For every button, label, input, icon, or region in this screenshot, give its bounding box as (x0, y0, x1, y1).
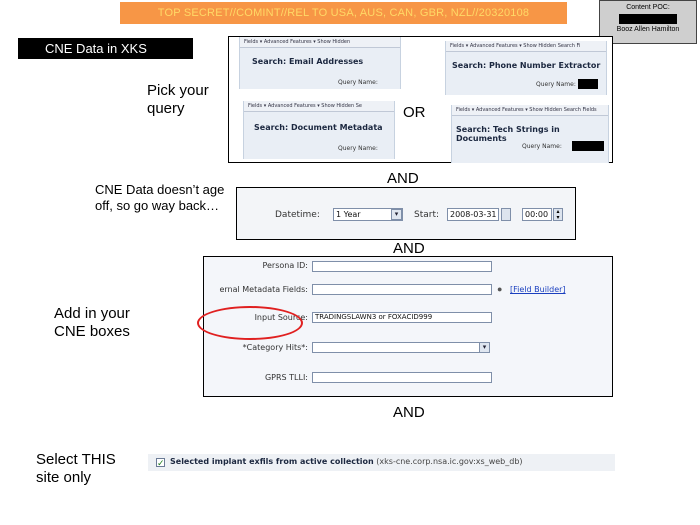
query-name-label: Query Name: (536, 81, 576, 88)
checkmark-icon[interactable]: ✓ (156, 458, 165, 468)
search-title: Search: Phone Number Extractor (452, 61, 601, 70)
start-date-input[interactable]: 2008-03-31 (447, 208, 499, 221)
redaction-bar (619, 14, 677, 24)
pick-query-text: Pick your query (147, 82, 209, 117)
query-name-label: Query Name: (338, 145, 378, 152)
site-checkbox-row[interactable]: ✓ Selected implant exfils from active co… (148, 454, 615, 471)
time-spinner-icon[interactable]: ▴ ▾ (553, 208, 563, 221)
poc-org: Booz Allen Hamilton (616, 26, 680, 33)
chevron-down-icon[interactable]: ▾ (479, 342, 490, 353)
gprs-label: GPRS TLLI: (264, 373, 308, 382)
panel-menubar[interactable]: Fields ▾ Advanced Features ▾ Show Hidden… (244, 101, 394, 112)
persona-input[interactable] (312, 261, 492, 272)
category-hits-select[interactable] (312, 342, 490, 353)
or-label: OR (403, 104, 426, 121)
query-name-label: Query Name: (338, 79, 378, 86)
query-screenshots: Fields ▾ Advanced Features ▾ Show Hidden… (228, 36, 613, 163)
panel-menubar[interactable]: Fields ▾ Advanced Features ▾ Show Hidden… (446, 41, 606, 52)
start-label: Start: (414, 210, 440, 220)
input-source-input[interactable]: TRADINGSLAWN3 or FOXACID999 (312, 312, 492, 323)
tech-query-panel[interactable]: Fields ▾ Advanced Features ▾ Show Hidden… (451, 105, 609, 163)
panel-menubar[interactable]: Fields ▾ Advanced Features ▾ Show Hidden (240, 37, 400, 48)
category-hits-label: *Category Hits*: (242, 343, 308, 352)
site-checkbox-label: Selected implant exfils from active coll… (170, 457, 374, 466)
people-icon: ● (497, 284, 503, 294)
datetime-label: Datetime: (275, 210, 320, 220)
phone-query-panel[interactable]: Fields ▾ Advanced Features ▾ Show Hidden… (445, 41, 607, 95)
gprs-input[interactable] (312, 372, 492, 383)
metadata-label: ernal Metadata Fields: (219, 285, 308, 294)
document-query-panel[interactable]: Fields ▾ Advanced Features ▾ Show Hidden… (243, 101, 395, 159)
panel-menubar[interactable]: Fields ▾ Advanced Features ▾ Show Hidden… (452, 105, 608, 116)
no-age-off-text: CNE Data doesn’t age off, so go way back… (95, 182, 225, 213)
highlight-circle (197, 306, 303, 340)
redaction-bar (572, 141, 604, 151)
start-time-input[interactable]: 00:00 (522, 208, 552, 221)
chevron-down-icon[interactable]: ▾ (391, 209, 402, 220)
query-name-label: Query Name: (522, 143, 562, 150)
datetime-range-value: 1 Year (336, 210, 361, 219)
poc-label: Content POC: (626, 4, 670, 11)
calendar-icon[interactable] (501, 208, 511, 221)
email-query-panel[interactable]: Fields ▾ Advanced Features ▾ Show Hidden… (239, 37, 401, 89)
content-poc-box: Content POC: Booz Allen Hamilton (599, 0, 697, 44)
site-db-text: (xks-cne.corp.nsa.ic.gov:xs_web_db) (376, 457, 523, 466)
search-title: Search: Email Addresses (252, 57, 364, 66)
select-site-text: Select THIS site only (36, 451, 116, 486)
and-label: AND (387, 170, 419, 187)
add-cne-boxes-text: Add in your CNE boxes (54, 305, 130, 340)
slide-title: CNE Data in XKS (18, 38, 193, 59)
search-title: Search: Document Metadata (254, 123, 383, 132)
metadata-input[interactable] (312, 284, 492, 295)
classification-banner: TOP SECRET//COMINT//REL TO USA, AUS, CAN… (120, 2, 567, 24)
and-label: AND (393, 404, 425, 421)
persona-label: Persona ID: (262, 261, 308, 270)
datetime-screenshot: Datetime: 1 Year ▾ Start: 2008-03-31 00:… (236, 187, 576, 240)
redaction-bar (578, 79, 598, 89)
field-builder-link[interactable]: [Field Builder] (510, 285, 566, 294)
